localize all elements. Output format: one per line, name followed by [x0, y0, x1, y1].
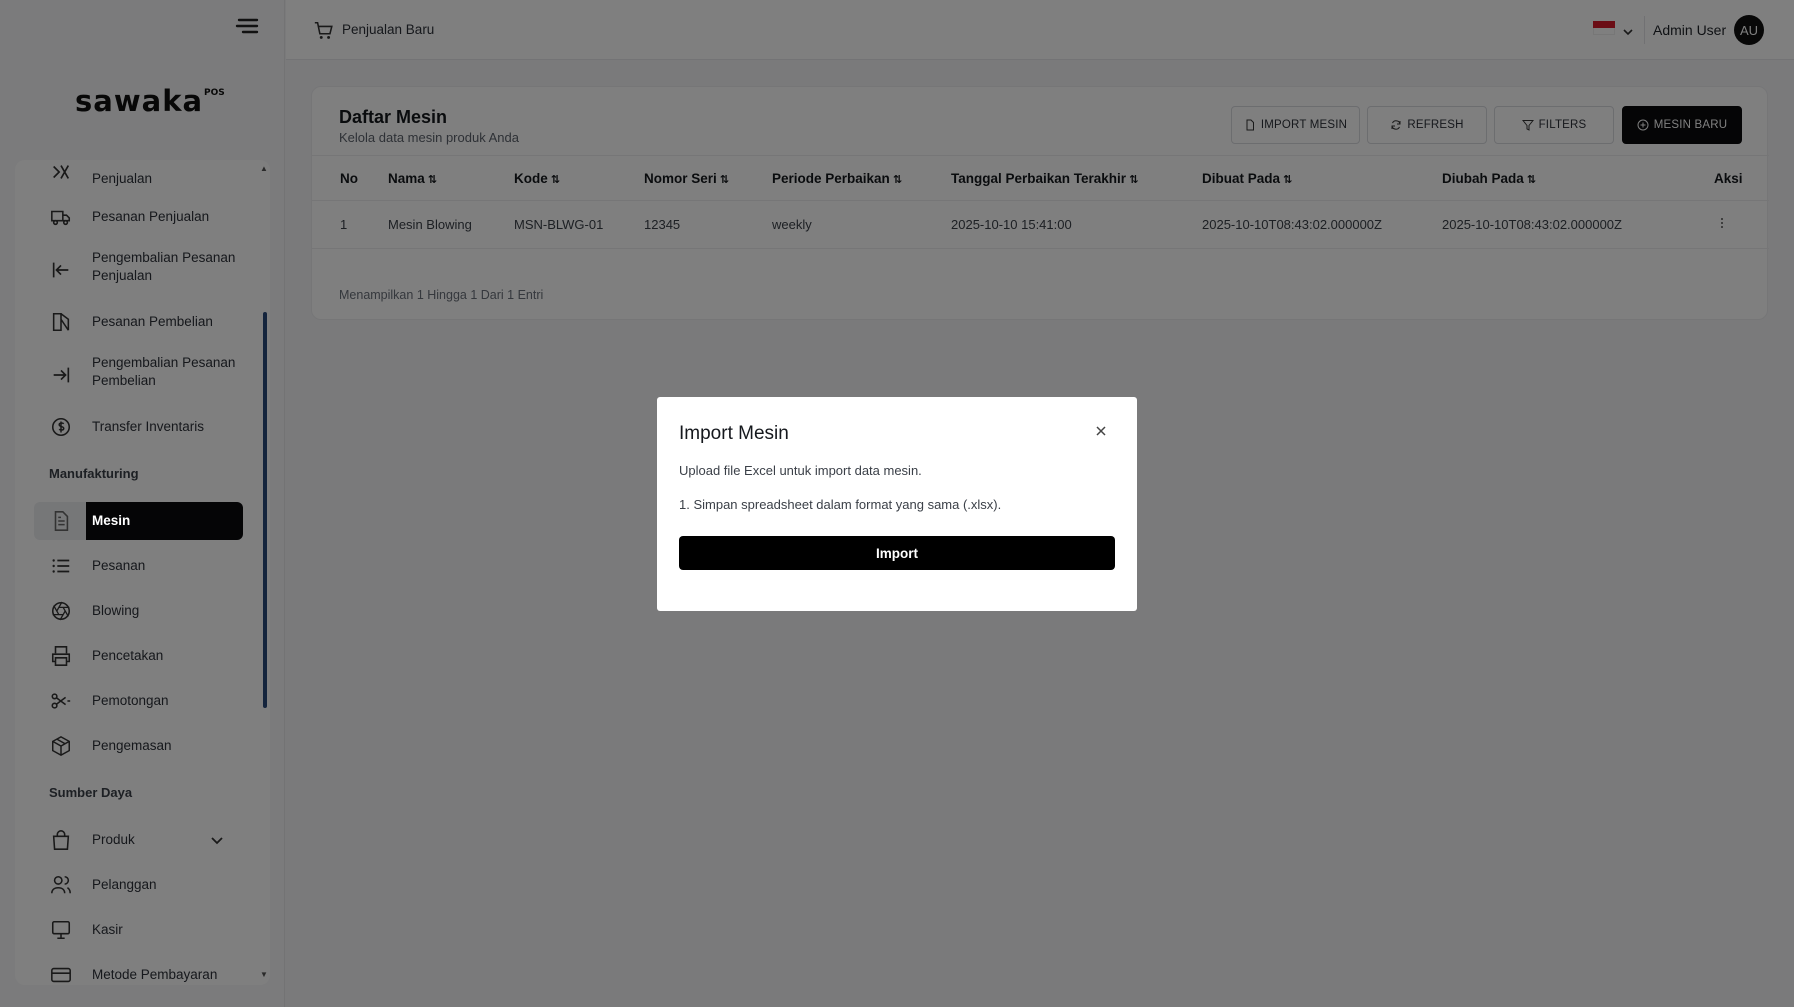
modal-title: Import Mesin [679, 423, 789, 444]
close-icon[interactable] [1094, 424, 1108, 438]
modal-step-1: 1. Simpan spreadsheet dalam format yang … [679, 497, 1002, 512]
modal-description: Upload file Excel untuk import data mesi… [679, 463, 922, 478]
document-icon [49, 509, 73, 533]
import-button[interactable]: Import [679, 536, 1115, 570]
import-modal: Import Mesin Upload file Excel untuk imp… [657, 397, 1137, 611]
